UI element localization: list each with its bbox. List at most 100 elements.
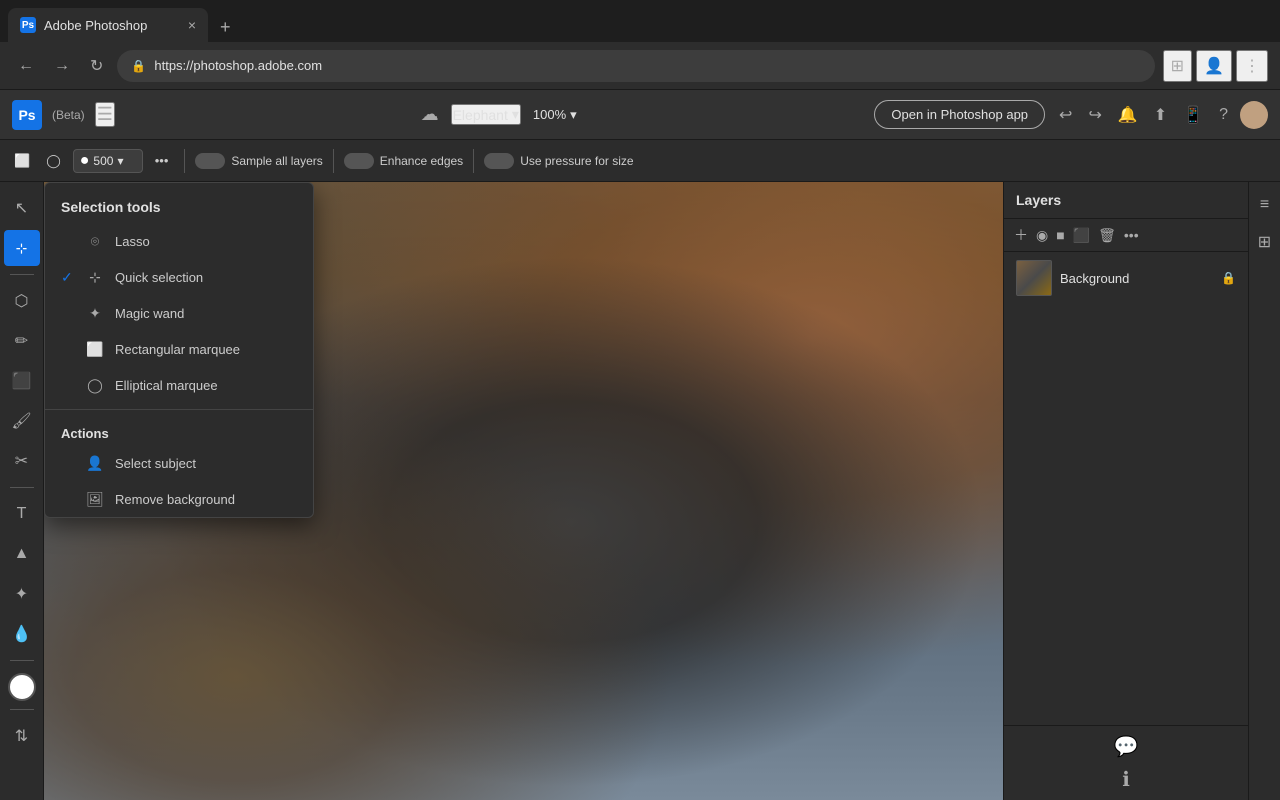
layers-panel-toggle-btn[interactable]: ≡ xyxy=(1254,190,1275,220)
actions-title: Actions xyxy=(45,416,313,445)
use-pressure-toggle: Use pressure for size xyxy=(484,153,633,169)
rect-marquee-icon: ⬜ xyxy=(85,339,105,359)
quick-selection-check: ✓ xyxy=(61,269,75,286)
zoom-level-btn[interactable]: 100% ▾ xyxy=(533,107,577,123)
separator-2 xyxy=(333,149,334,173)
color-swatch[interactable] xyxy=(8,673,36,701)
right-panel-bottom-icons: 💬 ℹ xyxy=(1004,725,1248,800)
paint-icon: 🖌 xyxy=(11,411,31,431)
open-in-photoshop-btn[interactable]: Open in Photoshop app xyxy=(874,100,1045,129)
enhance-edges-switch[interactable] xyxy=(344,153,374,169)
url-bar[interactable]: 🔒 https://photoshop.adobe.com xyxy=(117,50,1154,82)
header-actions: ↩ ↪ 🔔 ⬆ 📱 ? xyxy=(1055,101,1268,129)
remove-background-item[interactable]: 🖼 Remove background xyxy=(45,481,313,517)
url-text: https://photoshop.adobe.com xyxy=(154,58,322,73)
magic-wand-label: Magic wand xyxy=(115,306,184,321)
layer-name: Background xyxy=(1060,271,1213,286)
zoom-dropdown-icon: ▾ xyxy=(570,107,577,123)
refresh-btn[interactable]: ↻ xyxy=(84,52,109,80)
mobile-btn[interactable]: 📱 xyxy=(1179,101,1207,129)
shape-tool-btn[interactable]: ▲ xyxy=(4,536,40,572)
rectangular-marquee-item[interactable]: ⬜ Rectangular marquee xyxy=(45,331,313,367)
type-tool-btn[interactable]: T xyxy=(4,496,40,532)
new-tab-btn[interactable]: + xyxy=(212,13,239,42)
quick-selection-icon: ⊹ xyxy=(85,267,105,287)
add-layer-btn[interactable]: ＋ xyxy=(1014,225,1028,245)
ellipse-marquee-icon: ◯ xyxy=(46,153,61,169)
mask-layer-btn[interactable]: ■ xyxy=(1056,227,1064,243)
filename-dropdown-icon: ▾ xyxy=(512,106,519,123)
erase-icon: ⬛ xyxy=(12,371,32,391)
lasso-item[interactable]: ⌾ Lasso xyxy=(45,223,313,259)
size-value: 500 xyxy=(93,154,113,168)
filename-btn[interactable]: Elephant ▾ xyxy=(451,104,521,125)
layer-more-btn[interactable]: ••• xyxy=(1124,227,1139,243)
comments-btn[interactable]: 💬 xyxy=(1114,734,1139,759)
layers-title: Layers xyxy=(1016,192,1061,208)
eyedropper-tool-btn[interactable]: 💧 xyxy=(4,616,40,652)
enhance-edges-toggle: Enhance edges xyxy=(344,153,463,169)
use-pressure-switch[interactable] xyxy=(484,153,514,169)
left-divider-2 xyxy=(10,487,34,488)
selection-tool-btn[interactable]: ⊹ xyxy=(4,230,40,266)
selection-icon: ⊹ xyxy=(16,240,28,257)
tab-close-btn[interactable]: × xyxy=(188,17,196,33)
nav-extras: ⊞ 👤 ⋮ xyxy=(1163,50,1268,82)
arrange-tool-btn[interactable]: ⇅ xyxy=(4,718,40,754)
ellipse-marquee-icon: ◯ xyxy=(85,375,105,395)
lasso-icon: ⌾ xyxy=(85,231,105,251)
hamburger-menu-btn[interactable]: ☰ xyxy=(95,102,115,127)
sample-all-layers-switch[interactable] xyxy=(195,153,225,169)
shape-icon: ▲ xyxy=(14,545,30,563)
crop-tool-btn[interactable]: ⬡ xyxy=(4,283,40,319)
redo-btn[interactable]: ↪ xyxy=(1084,101,1105,129)
share-btn[interactable]: ⬆ xyxy=(1150,101,1171,129)
delete-layer-btn[interactable]: 🗑 xyxy=(1098,227,1116,244)
size-circle-icon: ● xyxy=(80,152,90,170)
notifications-btn[interactable]: 🔔 xyxy=(1114,101,1142,129)
layers-toolbar: ＋ ◉ ■ ⬛ 🗑 ••• xyxy=(1004,219,1248,252)
remove-background-label: Remove background xyxy=(115,492,235,507)
nav-bar: ← → ↻ 🔒 https://photoshop.adobe.com ⊞ 👤 … xyxy=(0,42,1280,90)
clone-tool-btn[interactable]: ✂ xyxy=(4,443,40,479)
quick-selection-item[interactable]: ✓ ⊹ Quick selection xyxy=(45,259,313,295)
back-btn[interactable]: ← xyxy=(12,53,40,79)
avatar[interactable] xyxy=(1240,101,1268,129)
adjustment-layer-btn[interactable]: ◉ xyxy=(1036,227,1048,244)
undo-btn[interactable]: ↩ xyxy=(1055,101,1076,129)
tab-bar: Ps Adobe Photoshop × + xyxy=(0,0,1280,42)
rect-marquee-icon: ⬜ xyxy=(14,153,30,169)
forward-btn[interactable]: → xyxy=(48,53,76,79)
sample-all-layers-label: Sample all layers xyxy=(231,154,322,168)
tab-favicon: Ps xyxy=(20,17,36,33)
size-control[interactable]: ● 500 ▾ xyxy=(73,149,143,173)
browser-menu-btn[interactable]: ⋮ xyxy=(1236,50,1268,82)
rectangular-marquee-tool-btn[interactable]: ⬜ xyxy=(8,150,36,172)
active-tab[interactable]: Ps Adobe Photoshop × xyxy=(8,8,208,42)
elliptical-marquee-item[interactable]: ◯ Elliptical marquee xyxy=(45,367,313,403)
profile-btn[interactable]: 👤 xyxy=(1196,50,1232,82)
brush-icon: ✏ xyxy=(15,331,28,351)
zoom-value: 100% xyxy=(533,107,566,122)
layer-row[interactable]: Background 🔒 xyxy=(1004,252,1248,304)
lock-icon: 🔒 xyxy=(131,59,146,73)
adjustments-panel-toggle-btn[interactable]: ⊞ xyxy=(1252,226,1277,258)
clip-layer-btn[interactable]: ⬛ xyxy=(1073,227,1090,244)
left-divider-1 xyxy=(10,274,34,275)
left-toolbar: ↖ ⊹ ⬡ ✏ ⬛ 🖌 ✂ T xyxy=(0,182,44,800)
left-divider-4 xyxy=(10,709,34,710)
move-tool-btn[interactable]: ↖ xyxy=(4,190,40,226)
heal-icon: ✦ xyxy=(15,584,28,604)
select-subject-icon: 👤 xyxy=(85,453,105,473)
heal-tool-btn[interactable]: ✦ xyxy=(4,576,40,612)
erase-tool-btn[interactable]: ⬛ xyxy=(4,363,40,399)
more-options-btn[interactable]: ••• xyxy=(149,150,175,171)
info-btn[interactable]: ℹ xyxy=(1122,767,1130,792)
magic-wand-item[interactable]: ✦ Magic wand xyxy=(45,295,313,331)
elliptical-marquee-tool-btn[interactable]: ◯ xyxy=(40,150,67,172)
brush-tool-btn[interactable]: ✏ xyxy=(4,323,40,359)
extensions-btn[interactable]: ⊞ xyxy=(1163,50,1192,82)
paint-tool-btn[interactable]: 🖌 xyxy=(4,403,40,439)
help-btn[interactable]: ? xyxy=(1215,102,1232,128)
select-subject-item[interactable]: 👤 Select subject xyxy=(45,445,313,481)
